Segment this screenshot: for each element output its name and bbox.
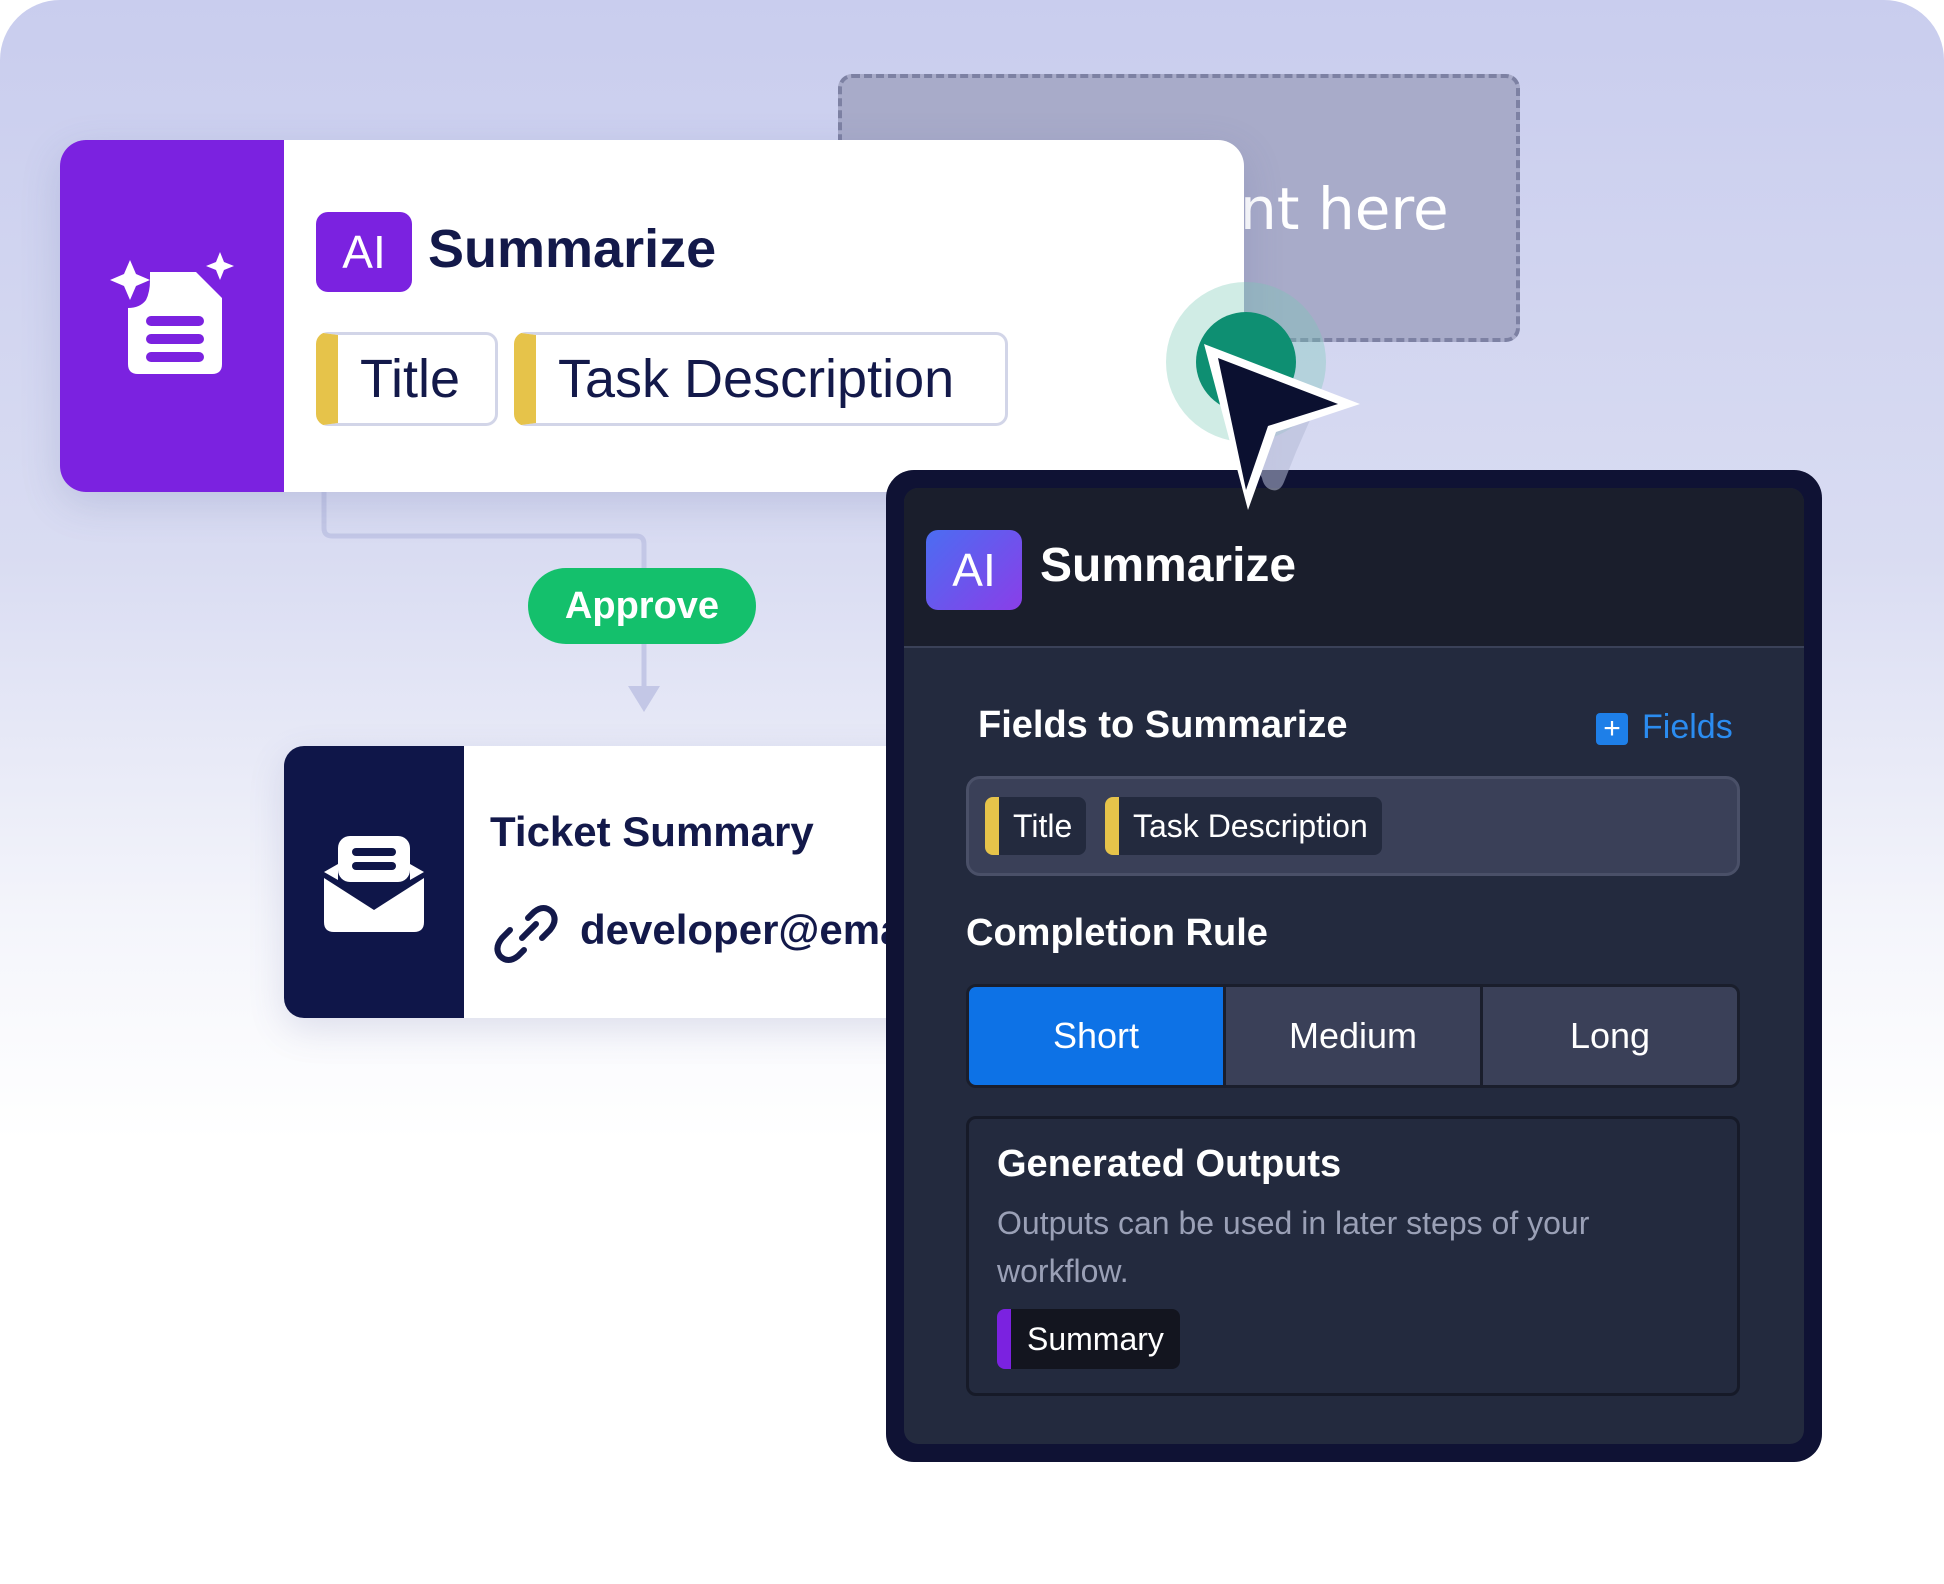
mouse-pointer-icon (1204, 344, 1360, 510)
ai-node-icon-panel (60, 140, 284, 492)
field-chip-task-description[interactable]: Task Description (1105, 797, 1382, 855)
add-fields-label: Fields (1642, 708, 1733, 746)
open-envelope-icon (324, 836, 424, 932)
link-icon (494, 905, 558, 963)
field-chip-title[interactable]: Title (985, 797, 1087, 855)
generated-outputs-section: Generated Outputs Outputs can be used in… (966, 1116, 1740, 1396)
ai-badge: AI (316, 212, 412, 292)
generated-outputs-description: Outputs can be used in later steps of yo… (997, 1205, 1590, 1289)
config-panel: AI Summarize Fields to Summarize + Fields… (904, 488, 1804, 1444)
output-chip-summary[interactable]: Summary (997, 1309, 1180, 1369)
ticket-node-title: Ticket Summary (490, 808, 814, 855)
ai-document-sparkle-icon (110, 252, 234, 374)
plus-square-icon: + (1596, 713, 1628, 746)
ticket-node-icon-panel (284, 746, 464, 1018)
ai-node-title: Summarize (428, 219, 717, 279)
completion-option-long[interactable]: Long (1480, 987, 1737, 1085)
ticket-email[interactable]: developer@ema (580, 906, 903, 954)
field-chip-task-description[interactable]: Task Description (514, 332, 1008, 426)
ticket-summary-node[interactable]: Ticket Summary developer@ema (284, 746, 984, 1018)
ai-summarize-node[interactable]: AI Summarize Title Task Description (60, 140, 1244, 492)
ai-badge: AI (926, 530, 1022, 610)
add-fields-button[interactable]: + Fields (1596, 708, 1733, 748)
generated-outputs-title: Generated Outputs (997, 1143, 1342, 1185)
completion-rule-selector: Short Medium Long (966, 984, 1740, 1088)
completion-option-short[interactable]: Short (969, 987, 1223, 1085)
completion-rule-label: Completion Rule (966, 912, 1268, 954)
approve-button[interactable]: Approve (528, 568, 756, 644)
field-chip-title[interactable]: Title (316, 332, 498, 426)
fields-input[interactable]: Title Task Description (966, 776, 1740, 876)
fields-section-label: Fields to Summarize (978, 704, 1348, 746)
completion-option-medium[interactable]: Medium (1223, 987, 1480, 1085)
